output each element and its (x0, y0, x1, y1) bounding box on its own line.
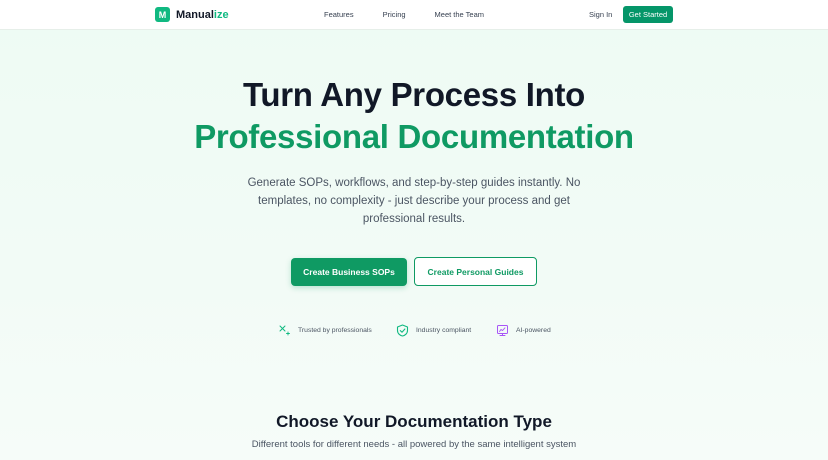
sparkle-icon (279, 325, 290, 336)
logo-text-accent: ize (213, 8, 229, 21)
nav-link-pricing[interactable]: Pricing (383, 10, 406, 19)
sign-in-link[interactable]: Sign In (589, 10, 612, 19)
create-business-sops-button[interactable]: Create Business SOPs (291, 258, 407, 286)
nav-links: Features Pricing Meet the Team (324, 10, 513, 19)
logo-text-main: Manual (176, 8, 214, 21)
badge-label: AI-powered (516, 327, 551, 334)
badge-trusted: Trusted by professionals (279, 324, 372, 336)
hero-title-line-2: Professional Documentation (194, 118, 634, 155)
brand-logo[interactable]: M Manualize (155, 7, 229, 22)
nav-link-features[interactable]: Features (324, 10, 354, 19)
section-title: Choose Your Documentation Type (276, 412, 552, 431)
nav-link-meet-the-team[interactable]: Meet the Team (435, 10, 484, 19)
shield-check-icon (396, 324, 409, 337)
top-navbar: M Manualize Features Pricing Meet the Te… (0, 0, 828, 30)
hero-title-line-1: Turn Any Process Into (242, 76, 586, 113)
badge-ai-powered: AI-powered (496, 324, 551, 337)
ai-monitor-icon (497, 325, 508, 336)
badge-compliant: Industry compliant (396, 324, 471, 337)
section-subtitle: Different tools for different needs - al… (251, 439, 577, 450)
logo-text: Manualize (176, 9, 229, 21)
badge-label: Industry compliant (416, 327, 472, 334)
badge-label: Trusted by professionals (298, 326, 372, 334)
logo-mark: M (155, 7, 170, 22)
get-started-button[interactable]: Get Started (623, 6, 673, 23)
hero-subtitle: Generate SOPs, workflows, and step-by-st… (247, 177, 581, 225)
create-personal-guides-button[interactable]: Create Personal Guides (414, 257, 537, 286)
